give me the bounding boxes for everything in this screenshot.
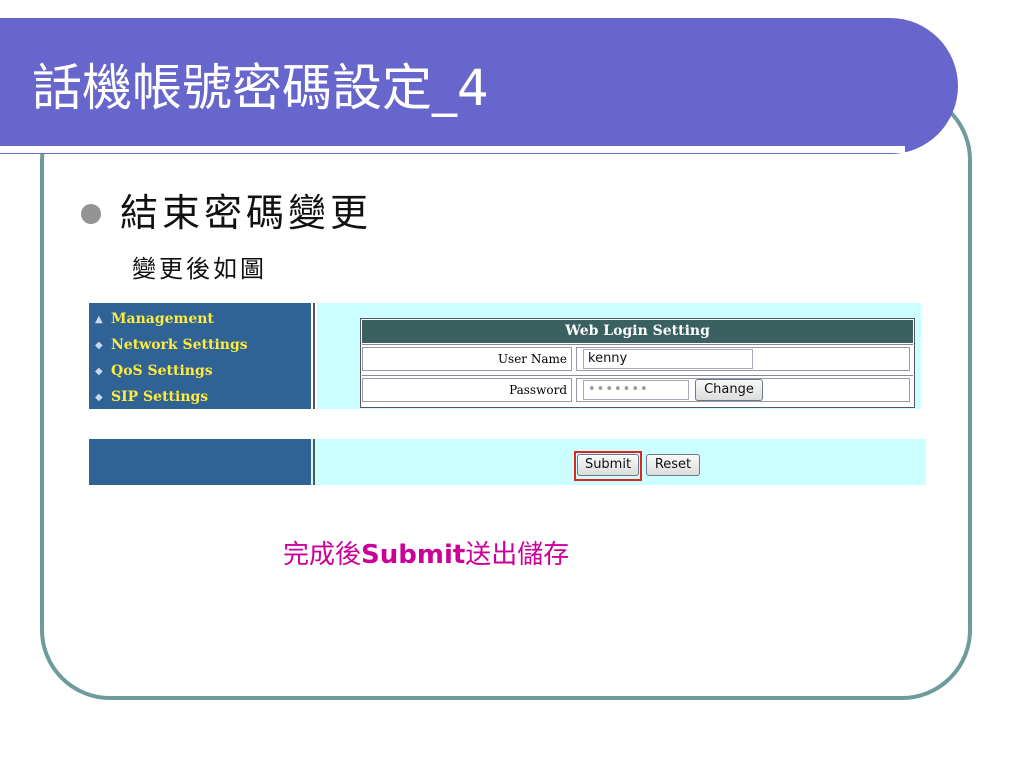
nav-item-qos-settings[interactable]: ◆ QoS Settings — [95, 360, 213, 382]
sub-heading: 變更後如圖 — [132, 255, 267, 283]
nav-item-label: Management — [111, 311, 214, 327]
bullet-icon — [81, 204, 101, 224]
change-button[interactable]: Change — [695, 379, 763, 401]
nav-item-label: QoS Settings — [111, 363, 213, 379]
reset-button[interactable]: Reset — [646, 454, 700, 476]
form-header: Web Login Setting — [362, 320, 913, 343]
side-nav: ▲ Management ◆ Network Settings ◆ QoS Se… — [89, 303, 311, 409]
web-login-form: Web Login Setting User Name kenny Passwo… — [360, 318, 915, 408]
diamond-icon: ◆ — [95, 339, 103, 351]
password-cell: ••••••• Change — [576, 378, 910, 402]
nav-item-sip-settings[interactable]: ◆ SIP Settings — [95, 386, 208, 408]
username-input[interactable]: kenny — [583, 349, 753, 369]
bullet-heading: 結束密碼變更 — [120, 191, 373, 235]
caption-post: 送出儲存 — [465, 540, 570, 570]
caption: 完成後Submit送出儲存 — [283, 538, 569, 572]
password-row: Password ••••••• Change — [362, 375, 913, 405]
title-bar: 話機帳號密碼設定_4 — [0, 18, 958, 154]
nav-item-management[interactable]: ▲ Management — [95, 308, 214, 330]
nav-divider — [313, 303, 315, 409]
caption-submit: Submit — [361, 540, 466, 570]
nav-divider-bottom — [313, 439, 315, 485]
username-cell: kenny — [576, 347, 910, 371]
triangle-up-icon: ▲ — [95, 313, 103, 325]
submit-highlight-box — [574, 451, 642, 481]
title-underline — [0, 146, 905, 153]
username-row: User Name kenny — [362, 344, 913, 374]
slide-title: 話機帳號密碼設定_4 — [32, 59, 489, 117]
username-label: User Name — [362, 347, 572, 371]
submit-panel: Submit Reset — [89, 439, 926, 485]
login-setting-panel: ▲ Management ◆ Network Settings ◆ QoS Se… — [89, 303, 921, 409]
password-label: Password — [362, 378, 572, 402]
side-nav-bottom — [89, 439, 311, 485]
nav-item-network-settings[interactable]: ◆ Network Settings — [95, 334, 248, 356]
caption-pre: 完成後 — [283, 540, 362, 570]
password-input[interactable]: ••••••• — [583, 380, 689, 400]
diamond-icon: ◆ — [95, 365, 103, 377]
nav-item-label: SIP Settings — [111, 389, 209, 405]
nav-item-label: Network Settings — [111, 337, 248, 353]
diamond-icon: ◆ — [95, 391, 103, 403]
